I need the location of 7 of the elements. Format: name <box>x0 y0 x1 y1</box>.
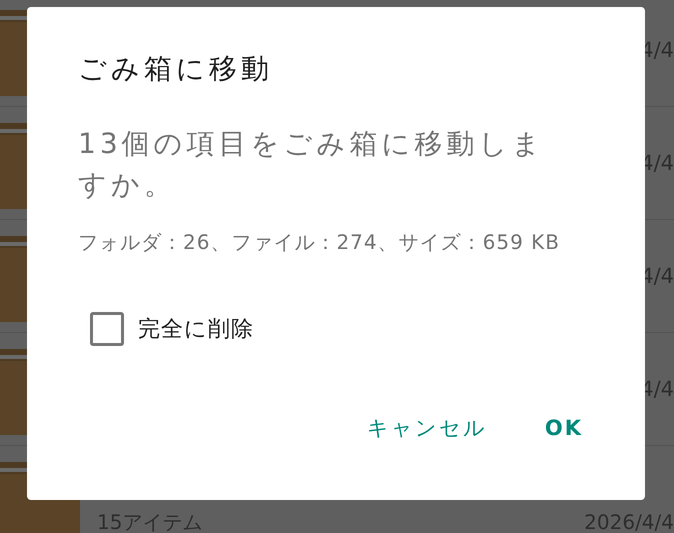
checkbox[interactable] <box>90 312 124 346</box>
checkbox-label: 完全に削除 <box>138 316 254 344</box>
ok-button[interactable]: OK <box>530 406 597 450</box>
details-text: フォルダ：26、ファイル：274、サイズ：659 KB <box>78 229 561 256</box>
dialog-title: ごみ箱に移動 <box>78 51 274 87</box>
cancel-button[interactable]: キャンセル <box>352 406 501 450</box>
dialog-message: 13個の項目をごみ箱に移動しますか。 <box>78 126 546 203</box>
